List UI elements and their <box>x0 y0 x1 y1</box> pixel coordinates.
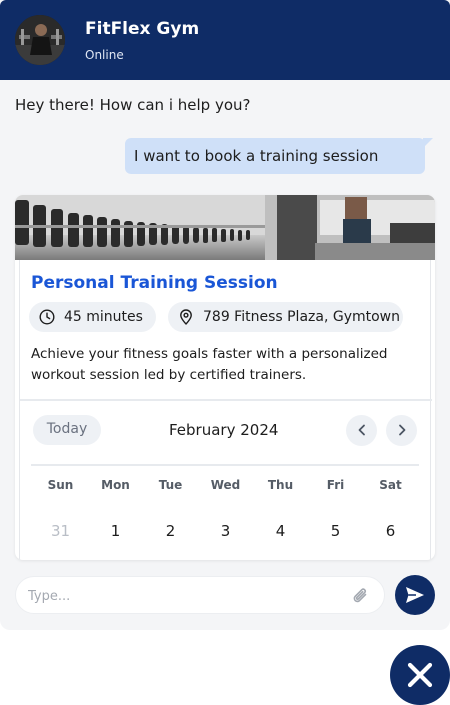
paperclip-icon <box>353 588 367 603</box>
map-pin-icon <box>180 309 192 325</box>
weekday-label: Tue <box>158 478 183 492</box>
calendar-day[interactable]: 3 <box>198 522 253 540</box>
send-icon <box>406 587 424 603</box>
today-button[interactable]: Today <box>33 415 101 445</box>
calendar-day-disabled: 31 <box>50 522 71 540</box>
card-body: Personal Training Session 45 minutes 789… <box>19 260 432 560</box>
calendar-day[interactable]: 2 <box>143 522 198 540</box>
weekday-label: Mon <box>101 478 130 492</box>
service-title: Personal Training Session <box>31 273 278 293</box>
weekday-label: Thu <box>267 478 294 492</box>
chevron-right-icon <box>399 424 406 436</box>
message-composer <box>15 576 385 614</box>
calendar-day[interactable]: 6 <box>363 522 418 540</box>
bot-message: Hey there! How can i help you? <box>15 96 251 114</box>
clock-icon <box>39 309 55 325</box>
chat-window: FitFlex Gym Online Hey there! How can i … <box>0 0 450 630</box>
send-button[interactable] <box>395 575 435 615</box>
calendar-week: 31 1 2 3 4 5 6 <box>33 522 418 540</box>
attach-button[interactable] <box>351 585 371 611</box>
close-chat-button[interactable] <box>390 645 450 705</box>
service-description: Achieve your fitness goals faster with a… <box>31 346 388 383</box>
chat-header: FitFlex Gym Online <box>0 0 450 80</box>
location-chip: 789 Fitness Plaza, Gymtown <box>168 302 403 332</box>
weekday-label: Sun <box>47 478 74 492</box>
duration-chip: 45 minutes <box>29 302 156 332</box>
message-input[interactable] <box>28 586 343 606</box>
status-text: Online <box>85 48 124 62</box>
chevron-left-icon <box>358 424 365 436</box>
weekday-label: Wed <box>210 478 241 492</box>
gym-photo <box>15 195 435 260</box>
avatar <box>15 15 65 65</box>
location-text: 789 Fitness Plaza, Gymtown <box>203 309 400 325</box>
next-month-button[interactable] <box>386 415 417 446</box>
close-icon <box>407 662 433 688</box>
weekday-label: Sat <box>379 478 402 492</box>
user-message: I want to book a training session <box>125 138 433 174</box>
duration-text: 45 minutes <box>64 309 143 325</box>
calendar-divider <box>31 464 419 466</box>
divider <box>20 399 432 401</box>
weekday-header: Sun Mon Tue Wed Thu Fri Sat <box>33 478 418 492</box>
calendar-day[interactable]: 1 <box>88 522 143 540</box>
weekday-label: Fri <box>326 478 345 492</box>
month-label: February 2024 <box>169 421 279 439</box>
calendar-day[interactable]: 4 <box>253 522 308 540</box>
previous-month-button[interactable] <box>346 415 377 446</box>
calendar-day[interactable]: 5 <box>308 522 363 540</box>
chat-title: FitFlex Gym <box>85 19 200 39</box>
service-card: Personal Training Session 45 minutes 789… <box>15 195 435 560</box>
